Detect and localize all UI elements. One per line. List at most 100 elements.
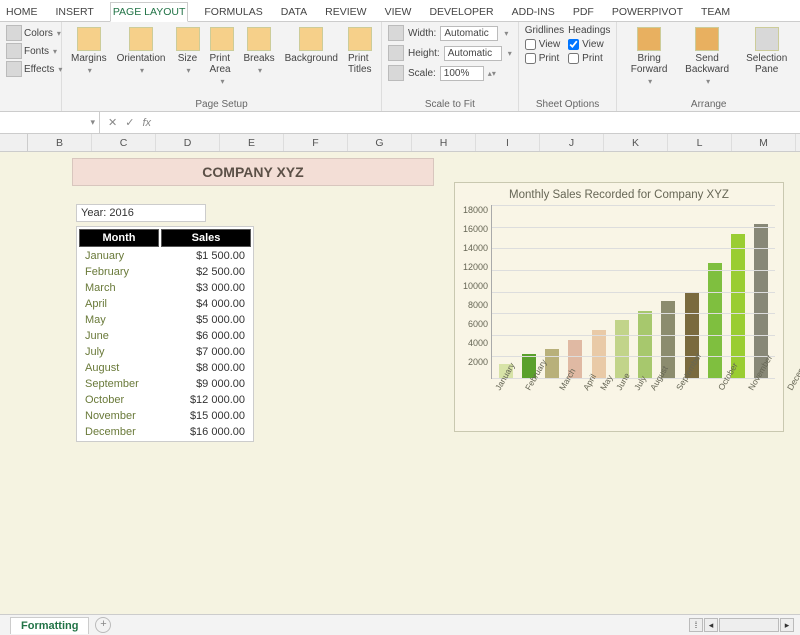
chart-y-axis: 1800016000140001200010000800060004000200… — [463, 205, 491, 379]
tab-team[interactable]: Team — [699, 3, 732, 21]
breaks-button[interactable]: Breaks — [241, 25, 278, 77]
height-dd[interactable] — [506, 48, 512, 59]
col-H[interactable]: H — [412, 134, 476, 151]
background-button[interactable]: Background — [282, 25, 341, 66]
gridlines-view-check[interactable]: View — [525, 39, 564, 50]
table-row[interactable]: December$16 000.00 — [79, 425, 251, 439]
table-row[interactable]: November$15 000.00 — [79, 409, 251, 423]
th-month[interactable]: Month — [79, 229, 159, 247]
enter-icon[interactable]: ✓ — [125, 116, 134, 129]
sales-chart[interactable]: Monthly Sales Recorded for Company XYZ 1… — [454, 182, 784, 432]
col-L[interactable]: L — [668, 134, 732, 151]
col-C[interactable]: C — [92, 134, 156, 151]
sheet-tab-formatting[interactable]: Formatting — [10, 617, 89, 634]
scale-group-label: Scale to Fit — [388, 97, 512, 110]
cancel-icon[interactable]: ✕ — [108, 116, 117, 129]
headings-header: Headings — [568, 25, 610, 36]
column-headers: BCDEFGHIJKLM — [0, 134, 800, 152]
chart-bar — [615, 320, 629, 378]
selection-pane-button[interactable]: Selection Pane — [739, 25, 794, 77]
group-scale: Width:Automatic Height:Automatic Scale:1… — [382, 22, 519, 111]
col-B[interactable]: B — [28, 134, 92, 151]
orientation-icon — [129, 27, 153, 51]
width-combo[interactable]: Automatic — [440, 26, 498, 41]
tab-home[interactable]: HOME — [4, 3, 40, 21]
bring-forward-button[interactable]: Bring Forward — [623, 25, 674, 88]
print-area-icon — [210, 27, 234, 51]
col-F[interactable]: F — [284, 134, 348, 151]
tab-insert[interactable]: INSERT — [54, 3, 96, 21]
margins-icon — [77, 27, 101, 51]
gridlines-print-check[interactable]: Print — [525, 53, 564, 64]
table-row[interactable]: March$3 000.00 — [79, 281, 251, 295]
ribbon-tabs: HOME INSERT PAGE LAYOUT FORMULAS DATA REVIEW V… — [0, 0, 800, 22]
col-K[interactable]: K — [604, 134, 668, 151]
name-box[interactable]: ▾ — [0, 112, 100, 133]
fonts-button[interactable]: Fonts — [6, 43, 62, 59]
table-row[interactable]: January$1 500.00 — [79, 249, 251, 263]
col-I[interactable]: I — [476, 134, 540, 151]
size-icon — [176, 27, 200, 51]
formula-bar: ▾ ✕ ✓ fx — [0, 112, 800, 134]
table-row[interactable]: June$6 000.00 — [79, 329, 251, 343]
table-row[interactable]: February$2 500.00 — [79, 265, 251, 279]
scale-spin[interactable]: ▴▾ — [488, 69, 496, 78]
table-row[interactable]: October$12 000.00 — [79, 393, 251, 407]
scale-combo[interactable]: 100% — [440, 66, 484, 81]
tab-powerpivot[interactable]: POWERPIVOT — [610, 3, 685, 21]
tab-review[interactable]: REVIEW — [323, 3, 368, 21]
select-all-cell[interactable] — [0, 134, 28, 151]
colors-button[interactable]: Colors — [6, 25, 62, 41]
tab-formulas[interactable]: FORMULAS — [202, 3, 264, 21]
col-M[interactable]: M — [732, 134, 796, 151]
group-sheet-options: Gridlines View Print Headings View Print… — [519, 22, 618, 111]
chart-bar — [638, 311, 652, 378]
hscroll[interactable]: ⁞◂▸ — [689, 618, 794, 632]
tab-developer[interactable]: DEVELOPER — [427, 3, 495, 21]
tab-add-ins[interactable]: ADD-INS — [510, 3, 557, 21]
col-D[interactable]: D — [156, 134, 220, 151]
print-titles-icon — [348, 27, 372, 51]
selection-pane-icon — [755, 27, 779, 51]
chart-x-axis: JanuaryFebruaryMarchAprilMayJuneJulyAugu… — [463, 379, 775, 427]
size-button[interactable]: Size — [173, 25, 203, 77]
col-E[interactable]: E — [220, 134, 284, 151]
year-cell[interactable]: Year: 2016 — [76, 204, 206, 222]
orientation-button[interactable]: Orientation — [114, 25, 169, 77]
height-combo[interactable]: Automatic — [444, 46, 502, 61]
chart-bar — [592, 330, 606, 378]
headings-print-check[interactable]: Print — [568, 53, 610, 64]
tab-data[interactable]: DATA — [279, 3, 309, 21]
scale-icon — [388, 65, 404, 81]
send-backward-button[interactable]: Send Backward — [679, 25, 736, 88]
tab-pdf[interactable]: PDF — [571, 3, 596, 21]
sales-table[interactable]: Month Sales January$1 500.00 February$2 5… — [76, 226, 254, 442]
table-row[interactable]: July$7 000.00 — [79, 345, 251, 359]
background-icon — [299, 27, 323, 51]
table-row[interactable]: September$9 000.00 — [79, 377, 251, 391]
col-J[interactable]: J — [540, 134, 604, 151]
sheet-options-label: Sheet Options — [525, 97, 611, 110]
table-row[interactable]: May$5 000.00 — [79, 313, 251, 327]
gridlines-header: Gridlines — [525, 25, 564, 36]
worksheet-area[interactable]: COMPANY XYZ Year: 2016 Month Sales Janua… — [0, 152, 800, 614]
arrange-label: Arrange — [623, 97, 794, 110]
fx-icon[interactable]: fx — [142, 117, 151, 129]
print-area-button[interactable]: Print Area — [207, 25, 237, 88]
th-sales[interactable]: Sales — [161, 229, 251, 247]
effects-button[interactable]: Effects — [6, 61, 62, 77]
page-setup-label: Page Setup — [68, 97, 375, 110]
new-sheet-button[interactable]: + — [95, 617, 111, 633]
company-title-cell[interactable]: COMPANY XYZ — [72, 158, 434, 186]
print-titles-button[interactable]: Print Titles — [345, 25, 375, 77]
table-row[interactable]: April$4 000.00 — [79, 297, 251, 311]
sheet-tab-bar: Formatting + ⁞◂▸ — [0, 614, 800, 635]
tab-view[interactable]: VIEW — [383, 3, 414, 21]
table-row[interactable]: August$8 000.00 — [79, 361, 251, 375]
col-G[interactable]: G — [348, 134, 412, 151]
tab-page-layout[interactable]: PAGE LAYOUT — [110, 2, 189, 22]
ribbon: Colors Fonts Effects Margins Orientation… — [0, 22, 800, 112]
headings-view-check[interactable]: View — [568, 39, 610, 50]
margins-button[interactable]: Margins — [68, 25, 110, 77]
width-dd[interactable] — [502, 28, 508, 39]
